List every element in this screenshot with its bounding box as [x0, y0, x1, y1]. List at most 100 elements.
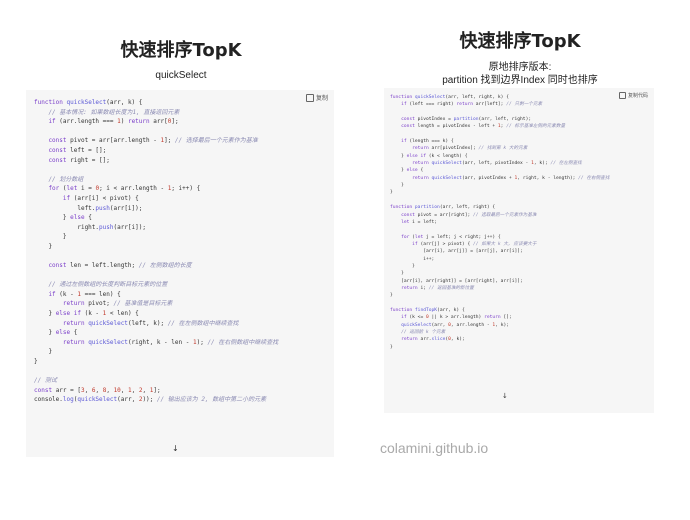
code-token: left.	[34, 204, 96, 212]
code-line: left.push(arr[i]);	[34, 204, 278, 214]
code-line: if (length === k) {	[390, 138, 609, 145]
code-token: return	[390, 337, 421, 343]
code-token: }	[390, 293, 393, 299]
code-token: {	[420, 168, 424, 174]
code-token: return	[456, 102, 476, 108]
left-copy-button[interactable]: 复制	[305, 93, 328, 102]
code-token: , k);	[533, 161, 551, 167]
code-token: i = left;	[412, 219, 438, 225]
code-token: return	[34, 319, 89, 327]
code-line: // 返回前 k 个元素	[390, 329, 609, 336]
code-token: else	[70, 214, 89, 222]
code-token: (arr.length ===	[59, 118, 118, 126]
code-token: return	[390, 285, 421, 291]
code-line: return quickSelect(left, k); // 在左侧数组中继续…	[34, 319, 278, 329]
code-line: if (arr.length === 1) return arr[0];	[34, 117, 278, 127]
right-title: 快速排序TopK	[459, 31, 581, 52]
code-token: [];	[503, 315, 512, 321]
code-token: for	[390, 234, 413, 240]
code-token: right = [];	[70, 156, 110, 164]
code-line: return i; // 返回基准的新位置	[390, 285, 609, 292]
code-token: // 通过左侧数组的长度判断目标元素的位置	[34, 281, 168, 289]
code-token: quickSelect	[431, 175, 462, 181]
code-token: slice	[431, 337, 446, 343]
code-token: }	[390, 153, 407, 159]
code-line: right.push(arr[i]);	[34, 223, 278, 233]
code-token: ,	[131, 386, 139, 394]
copy-icon	[305, 93, 314, 102]
code-token: if	[34, 194, 74, 202]
code-token: quickSelect	[431, 161, 462, 167]
code-token: return	[34, 300, 89, 308]
code-token: const	[390, 124, 418, 130]
code-token: (arr, left, right);	[478, 117, 532, 123]
code-token: if	[390, 241, 421, 247]
copy-label: 复制	[315, 95, 328, 102]
code-token: }	[34, 358, 38, 366]
code-token: len = left.length;	[70, 262, 139, 270]
code-line: const len = left.length; // 左侧数组的长度	[34, 261, 278, 271]
code-token: (length === k) {	[409, 139, 454, 145]
code-token: );	[196, 338, 208, 346]
code-token: // 在左侧数组中继续查找	[167, 319, 239, 327]
code-line: const right = [];	[34, 156, 278, 166]
code-line: let i = left;	[390, 219, 609, 226]
code-token: push	[99, 223, 114, 231]
code-line: } else {	[390, 167, 609, 174]
code-token: (k -	[84, 310, 103, 318]
code-token: ; i < arr.length -	[99, 185, 168, 193]
code-token: ,	[120, 386, 129, 394]
code-line: if (left === right) return arr[left]; //…	[390, 101, 609, 108]
code-token: (k < length) {	[428, 153, 468, 159]
left-code-block: 复制 function quickSelect(arr, k) { // 基本情…	[26, 90, 334, 457]
code-token: arr[	[153, 118, 168, 126]
code-token: ; i++) {	[171, 185, 201, 193]
code-token: if	[390, 139, 410, 145]
code-line: if (k - 1 === len) {	[34, 290, 278, 300]
code-token: function	[390, 95, 415, 100]
code-line: const pivot = arr[right]; // 选取最后一个元素作为基…	[390, 212, 609, 219]
code-token: let	[414, 234, 426, 240]
code-line: // 测试	[34, 376, 278, 386]
code-token: [arr[i], arr[right]] = [arr[right], arr[…	[390, 278, 523, 284]
right-copy-button[interactable]: 复制代码	[618, 92, 648, 99]
code-line: return quickSelect(arr, pivotIndex + 1, …	[390, 175, 609, 182]
code-token: arr = [	[55, 386, 81, 394]
code-token: // 返回基准的新位置	[428, 285, 474, 291]
code-token: quickSelect	[414, 95, 446, 100]
code-token: if	[390, 315, 410, 321]
code-token: length = pivotIndex - left +	[417, 124, 498, 130]
code-token: , right, k - length);	[517, 175, 579, 181]
code-token: if	[390, 102, 410, 108]
code-token: ,	[106, 386, 114, 394]
code-line: console.log(quickSelect(arr, 2)); // 输出应…	[34, 395, 278, 405]
code-token: (k -	[59, 290, 78, 298]
code-token: ,	[95, 386, 103, 394]
site-footer[interactable]: colamini.github.io	[380, 440, 488, 456]
code-line: for (let i = 0; i < arr.length - 1; i++)…	[34, 184, 278, 194]
code-token: < len) {	[106, 310, 139, 318]
code-line: const left = [];	[34, 146, 278, 156]
code-token: const	[34, 156, 71, 164]
code-line: // 划分数组	[34, 175, 278, 185]
code-token: (arr, left, right) {	[439, 205, 496, 211]
code-line: } else if (k < length) {	[390, 153, 609, 160]
code-token: }	[390, 271, 404, 277]
code-line: return quickSelect(right, k - len - 1); …	[34, 338, 278, 348]
code-token: const	[34, 137, 71, 145]
code-token: ];	[164, 137, 175, 145]
code-token: arr[pivotIndex];	[431, 146, 479, 152]
code-token: quickSelect	[77, 396, 118, 404]
code-token: (arr[i]);	[109, 204, 143, 212]
code-token: // 如果大 k 大, 应该要大于	[473, 241, 537, 247]
code-line: const pivotIndex = partition(arr, left, …	[390, 116, 609, 123]
right-code-text: function quickSelect(arr, left, right, k…	[390, 94, 609, 351]
code-token: [arr[i], arr[j]] = [arr[j], arr[i]];	[390, 249, 523, 255]
code-token: right.	[34, 223, 100, 231]
code-token: left = [];	[70, 146, 107, 154]
